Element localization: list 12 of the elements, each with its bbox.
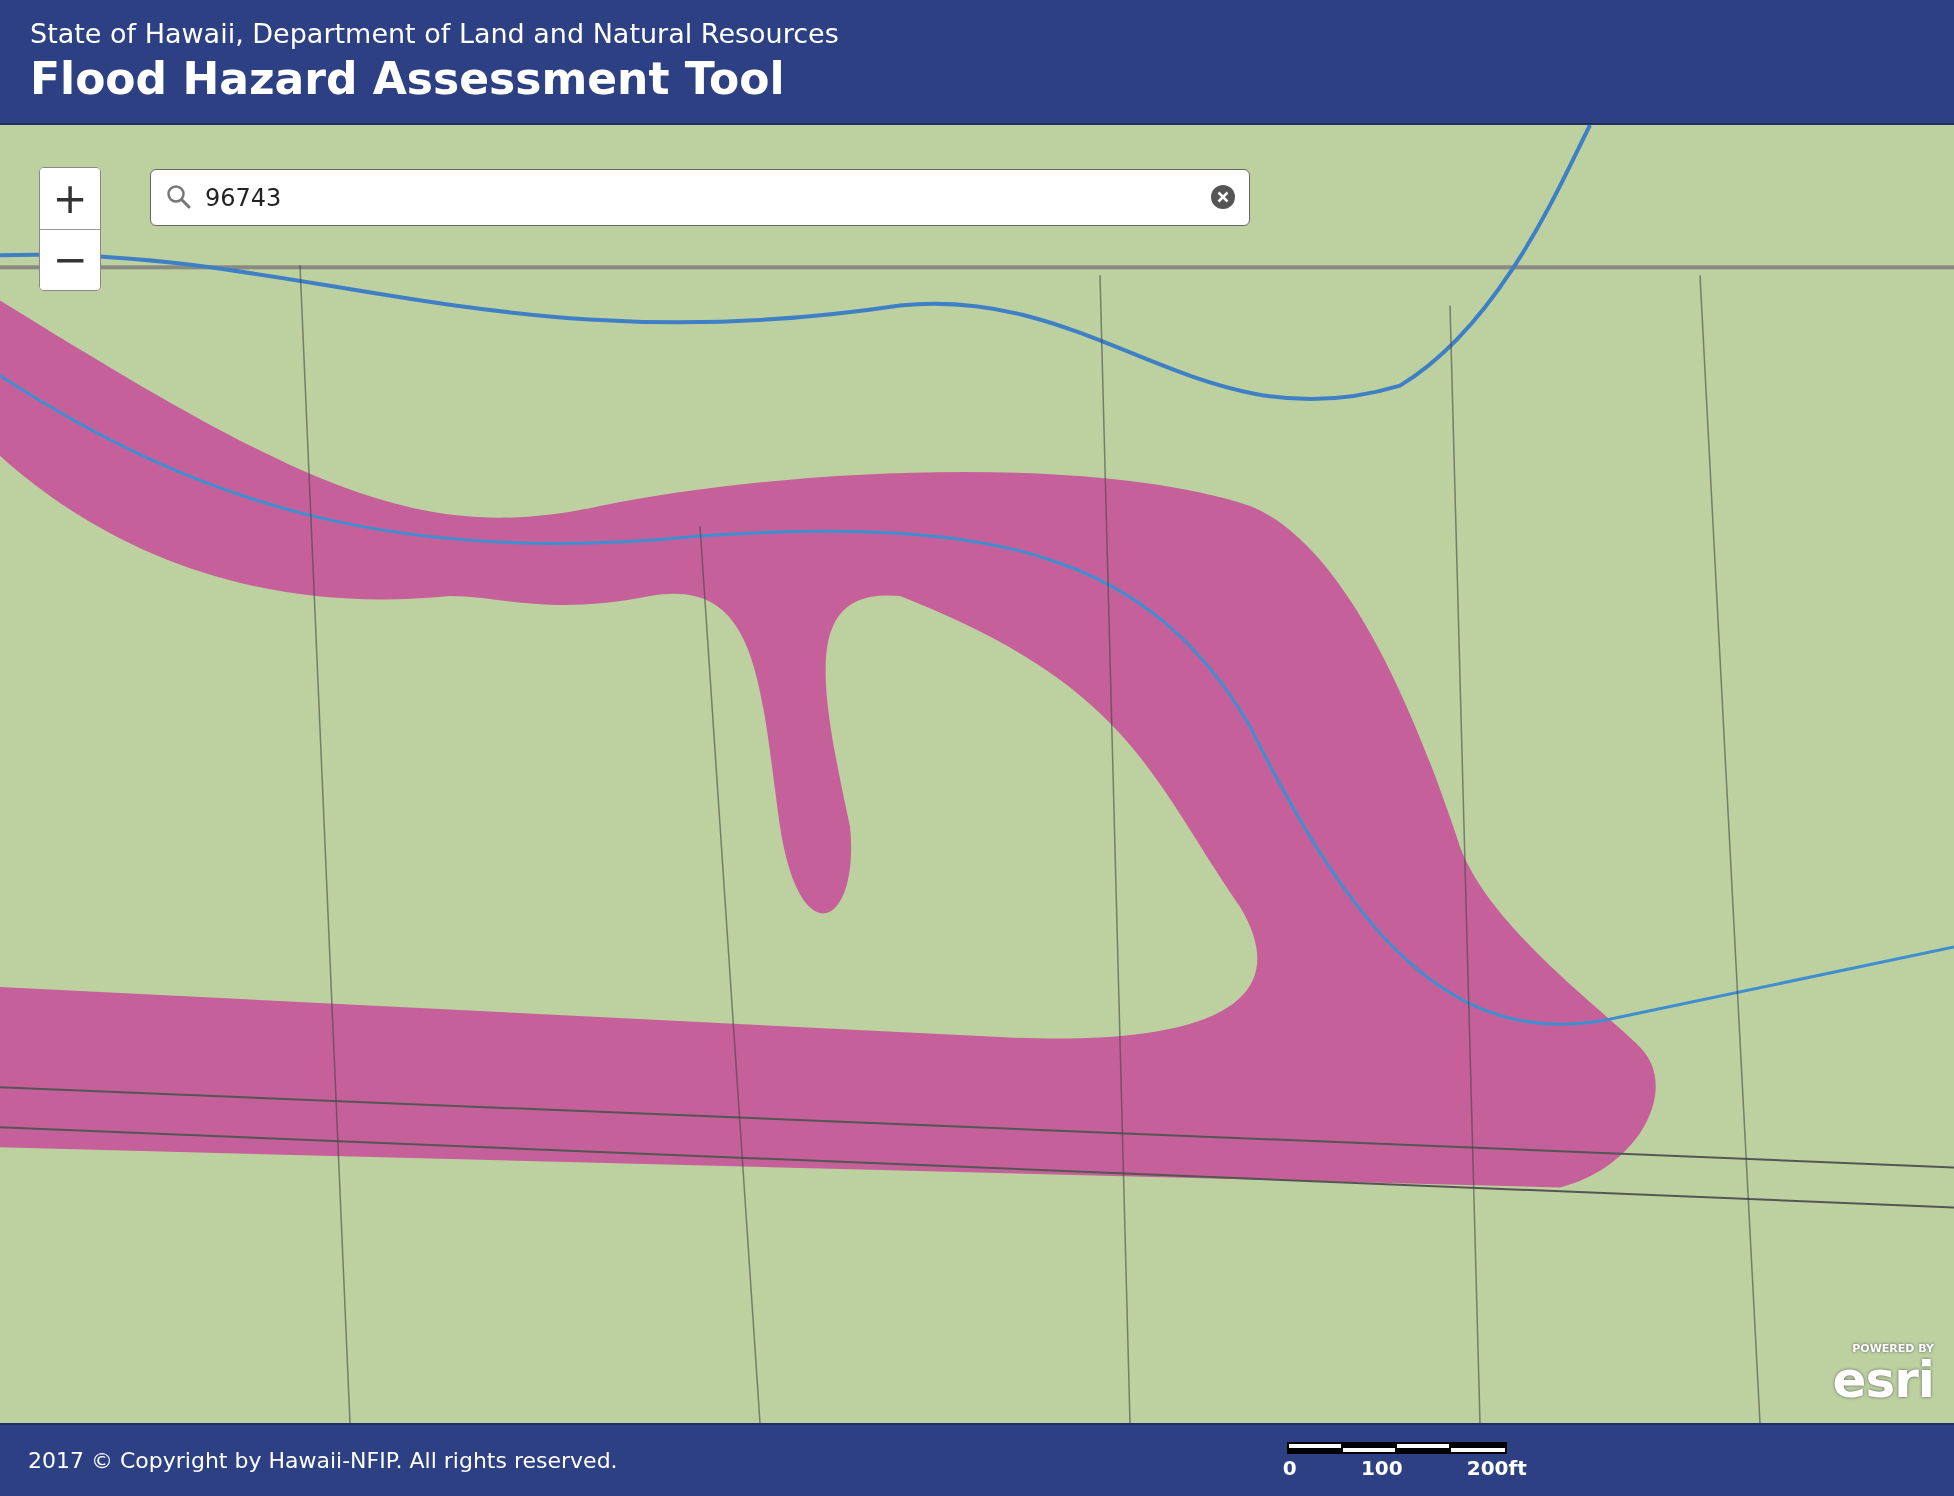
map-drawing[interactable] (0, 125, 1954, 1423)
scale-label: 200ft (1466, 1455, 1527, 1480)
app-title: Flood Hazard Assessment Tool (30, 52, 785, 104)
search-icon (166, 184, 192, 210)
scale-label: 0 (1282, 1455, 1297, 1480)
zoom-out-button[interactable]: − (40, 229, 100, 290)
header-subtitle: State of Hawaii, Department of Land and Natural Resources (30, 17, 839, 49)
attribution-caption: POWERED BY (1852, 1342, 1934, 1355)
clear-icon[interactable] (1210, 184, 1236, 210)
scale-label: 100 (1360, 1455, 1403, 1480)
search-field[interactable]: 96743 (150, 169, 1250, 226)
copyright-text: 2017 © Copyright by Hawaii-NFIP. All rights reserved. (28, 1448, 618, 1473)
